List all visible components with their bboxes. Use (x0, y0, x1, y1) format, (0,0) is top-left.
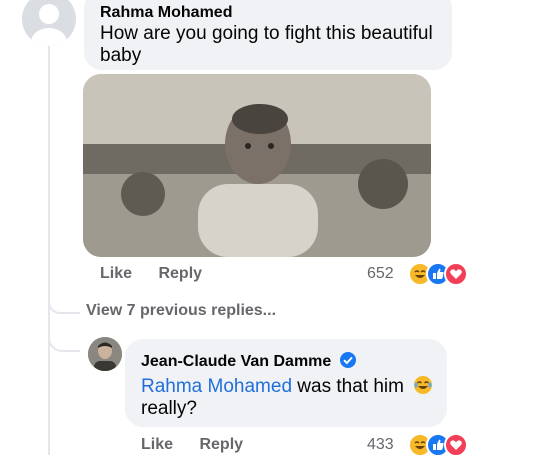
like-button[interactable]: Like (100, 265, 132, 282)
laughing-emoji-icon (414, 376, 433, 394)
comment-actions-jcvd: Like Reply (141, 436, 265, 454)
like-button[interactable]: Like (141, 436, 173, 453)
comment-bubble-rahma: Rahma Mohamed How are you going to fight… (84, 0, 452, 70)
reaction-count[interactable]: 652 (367, 265, 394, 283)
comment-text-part: was that him (292, 376, 404, 397)
reaction-count-jcvd[interactable]: 433 (367, 436, 394, 454)
comment-bubble-jcvd: Jean-Claude Van Damme Rahma Mohamed was … (125, 339, 447, 427)
comment-text-line2: really? (141, 398, 197, 419)
reaction-icons[interactable] (408, 262, 468, 286)
author-name[interactable]: Jean-Claude Van Damme (141, 353, 331, 370)
view-previous-replies-link[interactable]: View 7 previous replies... (86, 302, 276, 320)
avatar-default[interactable] (22, 0, 76, 46)
reply-button[interactable]: Reply (199, 436, 243, 453)
profile-photo (88, 337, 122, 371)
comment-text-jcvd: Rahma Mohamed was that him really? (141, 375, 441, 420)
comment-text: How are you going to fight this beautifu… (100, 23, 433, 66)
reaction-icons-jcvd[interactable] (408, 433, 468, 457)
verified-badge-icon (339, 352, 356, 368)
love-icon (444, 433, 468, 457)
avatar-jcvd[interactable] (88, 337, 122, 371)
mention-link[interactable]: Rahma Mohamed (141, 376, 292, 397)
thread-line-curve (48, 320, 80, 352)
baby-photo-image (83, 74, 431, 257)
reply-button[interactable]: Reply (158, 265, 202, 282)
comment-photo-baby[interactable] (83, 74, 431, 257)
comment-author-jcvd[interactable]: Jean-Claude Van Damme (141, 351, 357, 371)
thread-line-branch (48, 302, 80, 314)
comment-author[interactable]: Rahma Mohamed (100, 4, 232, 22)
love-icon (444, 262, 468, 286)
default-user-icon (31, 4, 67, 46)
comment-actions: Like Reply (100, 265, 224, 283)
thread-line-main (48, 42, 50, 312)
